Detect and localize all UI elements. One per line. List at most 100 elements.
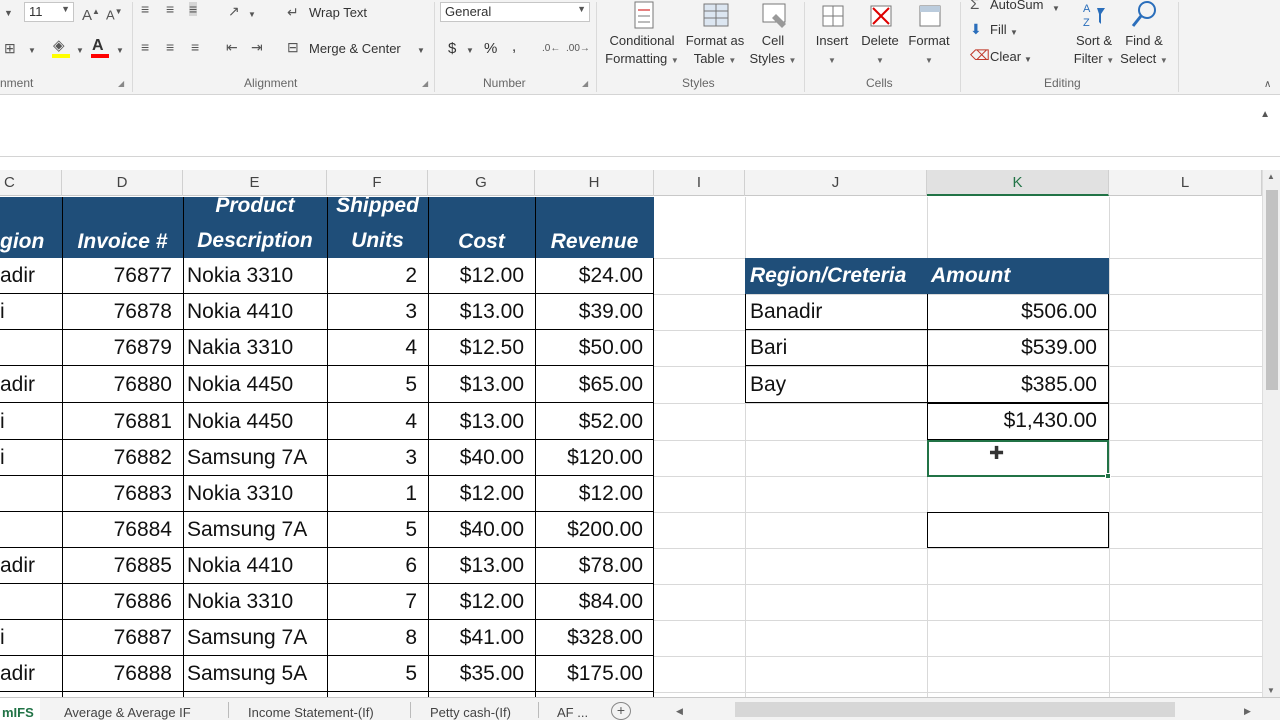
cell-invoice[interactable]: 76883 [62, 476, 183, 512]
orientation-dropdown-icon[interactable]: ▼ [248, 8, 256, 22]
cell-revenue[interactable]: $24.00 [535, 258, 654, 294]
merge-center-button[interactable]: Merge & Center [309, 41, 401, 56]
cell-units[interactable]: 1 [327, 476, 428, 512]
cell-revenue[interactable]: $52.00 [535, 403, 654, 440]
cell-units[interactable]: 5 [327, 512, 428, 548]
column-header-j[interactable]: J [745, 170, 927, 196]
cell-invoice[interactable]: 76886 [62, 584, 183, 620]
cell-invoice[interactable]: 76887 [62, 620, 183, 656]
decrease-indent-icon[interactable]: ⇤ [226, 40, 238, 54]
horizontal-scroll-thumb[interactable] [735, 702, 1175, 717]
font-size-combo[interactable]: 11 ▼ [24, 2, 74, 22]
accounting-dropdown-icon[interactable]: ▼ [466, 44, 474, 58]
sort-filter-button[interactable]: AZ Sort & Filter ▼ [1070, 0, 1118, 70]
cell-region[interactable]: i [0, 403, 62, 440]
cell-product[interactable]: Nokia 4410 [183, 548, 327, 584]
percent-style-button[interactable]: % [484, 40, 497, 57]
borders-dropdown-icon[interactable]: ▼ [28, 44, 36, 58]
cell-revenue[interactable]: $175.00 [535, 656, 654, 692]
cell-region[interactable] [0, 476, 62, 512]
cell-revenue[interactable]: $78.00 [535, 548, 654, 584]
summary-amount-cell[interactable]: $385.00 [927, 366, 1109, 403]
cell-invoice[interactable]: 76885 [62, 548, 183, 584]
cell-revenue[interactable]: $328.00 [535, 620, 654, 656]
cell-cost[interactable]: $13.00 [428, 403, 535, 440]
cell-cost[interactable]: $13.00 [428, 548, 535, 584]
worksheet-grid[interactable]: gion Invoice # Product Description Shipp… [0, 197, 1262, 697]
cell-cost[interactable]: $13.00 [428, 294, 535, 330]
fill-color-dropdown-icon[interactable]: ▼ [76, 44, 84, 58]
add-sheet-icon[interactable]: + [611, 702, 631, 720]
sheet-tab[interactable]: Petty cash-(If) [430, 698, 511, 721]
cell-product[interactable]: Samsung 7A [183, 512, 327, 548]
alignment-dialog-launcher-icon[interactable]: ◢ [422, 79, 428, 88]
insert-cells-button[interactable]: Insert ▼ [810, 0, 854, 70]
scroll-thumb[interactable] [1266, 190, 1278, 390]
cell-invoice[interactable]: 76879 [62, 330, 183, 366]
autosum-button[interactable]: AutoSum [990, 0, 1043, 12]
conditional-formatting-button[interactable]: Conditional Formatting ▼ [600, 0, 684, 70]
merge-dropdown-icon[interactable]: ▼ [417, 44, 425, 58]
cell-region[interactable]: adir [0, 548, 62, 584]
cell-invoice[interactable]: 76881 [62, 403, 183, 440]
increase-indent-icon[interactable]: ⇥ [251, 40, 263, 54]
formula-bar[interactable]: ▲ [0, 95, 1280, 157]
sheet-tab-active[interactable]: mIFS [0, 698, 40, 721]
sheet-tab[interactable]: Income Statement-(If) [248, 698, 374, 721]
fill-color-icon[interactable]: ◈ [53, 38, 65, 53]
column-header-e[interactable]: E [183, 170, 327, 196]
cell-product[interactable]: Samsung 7A [183, 620, 327, 656]
comma-style-button[interactable]: , [512, 38, 516, 55]
align-top-icon[interactable]: ≡ [141, 2, 149, 16]
scroll-right-icon[interactable]: ▶ [1244, 706, 1251, 717]
cell-cost[interactable]: $12.00 [428, 258, 535, 294]
cell-product[interactable]: Samsung 7A [183, 440, 327, 476]
total-amount-cell[interactable]: $1,430.00 [927, 404, 1109, 440]
scroll-up-icon[interactable]: ▲ [1267, 172, 1275, 181]
cell-units[interactable]: 4 [327, 330, 428, 366]
column-header-d[interactable]: D [62, 170, 183, 196]
cell-revenue[interactable]: $65.00 [535, 366, 654, 403]
orientation-icon[interactable]: ↗ [228, 4, 240, 18]
cell-region[interactable]: adir [0, 366, 62, 403]
cell-invoice[interactable]: 76882 [62, 440, 183, 476]
cell-revenue[interactable]: $84.00 [535, 584, 654, 620]
wrap-text-button[interactable]: Wrap Text [309, 5, 367, 20]
font-color-icon[interactable]: A [92, 38, 104, 54]
increase-decimal-icon[interactable]: .0← [542, 42, 560, 56]
cell-invoice[interactable]: 76884 [62, 512, 183, 548]
cell-cost[interactable]: $35.00 [428, 656, 535, 692]
summary-amount-cell[interactable]: $506.00 [927, 294, 1109, 330]
cell-invoice[interactable]: 76878 [62, 294, 183, 330]
cell-cost[interactable]: $40.00 [428, 512, 535, 548]
scroll-down-icon[interactable]: ▼ [1267, 686, 1275, 695]
font-dialog-launcher-icon[interactable]: ◢ [118, 79, 124, 88]
cell-units[interactable]: 3 [327, 440, 428, 476]
expand-formula-bar-icon[interactable]: ▲ [1260, 109, 1270, 120]
cell-region[interactable]: adir [0, 656, 62, 692]
fill-button[interactable]: Fill [990, 22, 1007, 37]
find-select-button[interactable]: Find & Select ▼ [1118, 0, 1170, 70]
cell-product[interactable]: Nokia 3310 [183, 476, 327, 512]
cell-product[interactable]: Nakia 3310 [183, 330, 327, 366]
cell-units[interactable]: 5 [327, 656, 428, 692]
cell-units[interactable]: 3 [327, 294, 428, 330]
column-header-i[interactable]: I [654, 170, 745, 196]
cell-invoice[interactable]: 76880 [62, 366, 183, 403]
cell-region[interactable] [0, 584, 62, 620]
cell-product[interactable]: Nokia 3310 [183, 258, 327, 294]
accounting-format-button[interactable]: $ [448, 40, 456, 57]
align-middle-icon[interactable]: ≡ [166, 2, 174, 16]
increase-font-icon[interactable]: A▲ [82, 5, 100, 23]
cell-product[interactable]: Nokia 4450 [183, 403, 327, 440]
cell-invoice[interactable]: 76888 [62, 656, 183, 692]
vertical-scrollbar[interactable]: ▲ ▼ [1262, 170, 1280, 697]
column-header-h[interactable]: H [535, 170, 654, 196]
cell-units[interactable]: 6 [327, 548, 428, 584]
cell-units[interactable]: 7 [327, 584, 428, 620]
cell-revenue[interactable]: $200.00 [535, 512, 654, 548]
cell-region[interactable]: adir [0, 258, 62, 294]
cell-region[interactable] [0, 330, 62, 366]
cell-revenue[interactable]: $50.00 [535, 330, 654, 366]
align-bottom-icon[interactable]: ≡ [189, 2, 198, 16]
